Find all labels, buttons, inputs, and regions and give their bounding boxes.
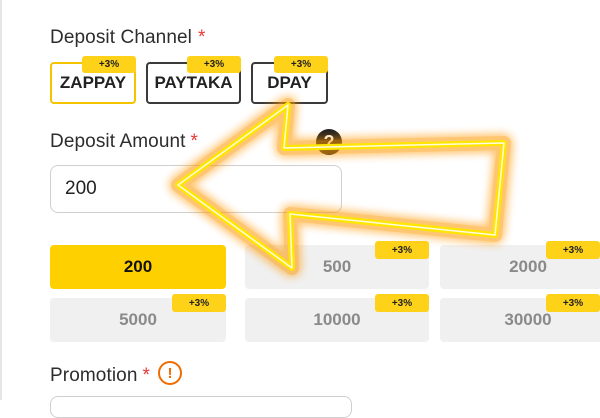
- required-asterisk: *: [197, 27, 206, 48]
- amount-option-200[interactable]: 200: [50, 245, 226, 289]
- amount-option-30000[interactable]: 30000 +3%: [440, 294, 600, 342]
- bonus-badge: +3%: [274, 56, 328, 73]
- deposit-channel-label: Deposit Channel *: [50, 27, 206, 48]
- bonus-badge: +3%: [546, 294, 600, 312]
- amount-option-5000[interactable]: 5000 +3%: [50, 294, 226, 342]
- required-asterisk: *: [190, 131, 199, 152]
- promotion-select[interactable]: [50, 396, 352, 418]
- required-asterisk: *: [142, 365, 150, 386]
- amount-value: 500: [322, 257, 352, 276]
- exclamation-circle-icon[interactable]: !: [158, 361, 182, 385]
- amount-value: 2000: [509, 257, 547, 276]
- channel-name: ZAPPAY: [59, 73, 127, 92]
- amount-option-500[interactable]: 500 +3%: [245, 241, 429, 289]
- amount-value: 200: [123, 257, 153, 276]
- channel-name: DPAY: [267, 73, 312, 92]
- bonus-badge: +3%: [82, 56, 136, 73]
- amount-value: 5000: [119, 310, 157, 329]
- amount-option-2000[interactable]: 2000 +3%: [440, 241, 600, 289]
- amount-value: 10000: [313, 310, 361, 329]
- channel-button-zappay[interactable]: ZAPPAY +3%: [50, 56, 136, 104]
- channel-button-dpay[interactable]: DPAY +3%: [251, 56, 328, 104]
- amount-option-10000[interactable]: 10000 +3%: [245, 294, 429, 342]
- deposit-amount-label: Deposit Amount *: [50, 131, 199, 152]
- channel-name: PAYTAKA: [154, 73, 233, 92]
- bonus-badge: +3%: [375, 241, 429, 259]
- bonus-badge: +3%: [375, 294, 429, 312]
- promotion-label: Promotion *: [50, 365, 150, 386]
- deposit-amount-value: 200: [65, 178, 97, 199]
- channel-button-paytaka[interactable]: PAYTAKA +3%: [146, 56, 241, 104]
- bonus-badge: +3%: [172, 294, 226, 312]
- bonus-badge: +3%: [187, 56, 241, 73]
- deposit-amount-input[interactable]: 200: [50, 165, 342, 213]
- bonus-badge: +3%: [546, 241, 600, 259]
- left-border: [0, 0, 2, 400]
- amount-value: 30000: [504, 310, 552, 329]
- question-circle-icon[interactable]: ?: [316, 129, 342, 155]
